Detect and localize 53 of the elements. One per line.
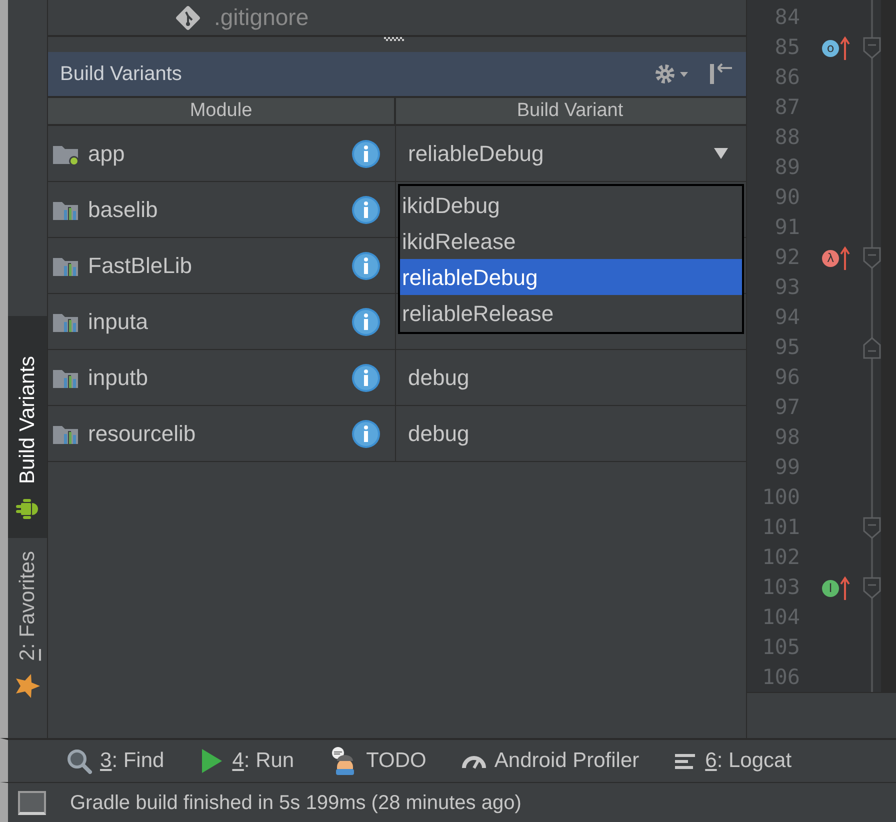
toggle-button[interactable] — [18, 790, 46, 814]
module-name: FastBleLib — [88, 252, 193, 280]
status-message: Gradle build finished in 5s 199ms (28 minutes ago) — [70, 790, 522, 816]
menu-item[interactable]: reliableDebug — [400, 259, 742, 295]
column-header[interactable]: Module — [48, 98, 396, 124]
panel-title: Build Variants — [60, 62, 183, 87]
caret-icon — [714, 148, 728, 159]
side-tab[interactable]: Build Variants — [8, 316, 47, 538]
info-icon — [351, 362, 381, 392]
android-icon — [14, 497, 40, 521]
column-header[interactable]: Build Variant — [396, 98, 744, 124]
info-icon — [351, 418, 381, 448]
info-icon — [351, 306, 381, 336]
collapse-icon — [708, 62, 734, 86]
play-icon — [200, 748, 224, 774]
tool-window-button[interactable]: 3: Find — [66, 745, 164, 777]
side-tab[interactable]: 2: Favorites — [8, 538, 47, 715]
arrow-icon — [840, 246, 850, 270]
fold-icon[interactable] — [863, 577, 881, 599]
fold-icon[interactable] — [863, 337, 881, 359]
search-icon — [66, 748, 92, 774]
info-icon — [351, 138, 381, 168]
caret-icon — [680, 72, 688, 76]
settings-button[interactable] — [654, 63, 688, 85]
variant-name: debug — [408, 420, 470, 448]
tool-window-button[interactable]: Android Profiler — [462, 745, 640, 777]
menu-item[interactable]: reliableRelease — [400, 295, 742, 331]
fold-icon[interactable] — [863, 247, 881, 269]
variant-name: debug — [408, 364, 470, 392]
settings-icon — [654, 63, 676, 85]
arrow-icon — [840, 36, 850, 60]
module-name: app — [88, 140, 126, 168]
tool-window-button[interactable]: 4: Run — [200, 745, 294, 777]
arrow-icon — [840, 576, 850, 600]
star-icon — [14, 673, 40, 699]
hide-button[interactable] — [708, 62, 734, 86]
lines-icon — [675, 752, 698, 770]
tool-window-button[interactable]: TODO — [330, 745, 426, 777]
module-name: resourcelib — [88, 420, 197, 448]
module-name: inputa — [88, 308, 149, 336]
fold-icon[interactable] — [863, 517, 881, 539]
gutter-badge[interactable]: I — [822, 580, 839, 596]
tool-window-button[interactable]: 6: Logcat — [675, 745, 792, 777]
menu-item[interactable]: ikidDebug — [400, 187, 742, 223]
info-icon — [351, 194, 381, 224]
gutter-badge[interactable]: o — [822, 40, 839, 56]
variant-dropdown[interactable]: reliableDebug — [408, 137, 714, 170]
module-name: baselib — [88, 196, 159, 224]
menu-item[interactable]: ikidRelease — [400, 223, 742, 259]
info-icon — [351, 250, 381, 280]
fold-icon[interactable] — [863, 37, 881, 59]
module-name: inputb — [88, 364, 149, 392]
gutter-badge[interactable]: λ — [822, 250, 839, 266]
